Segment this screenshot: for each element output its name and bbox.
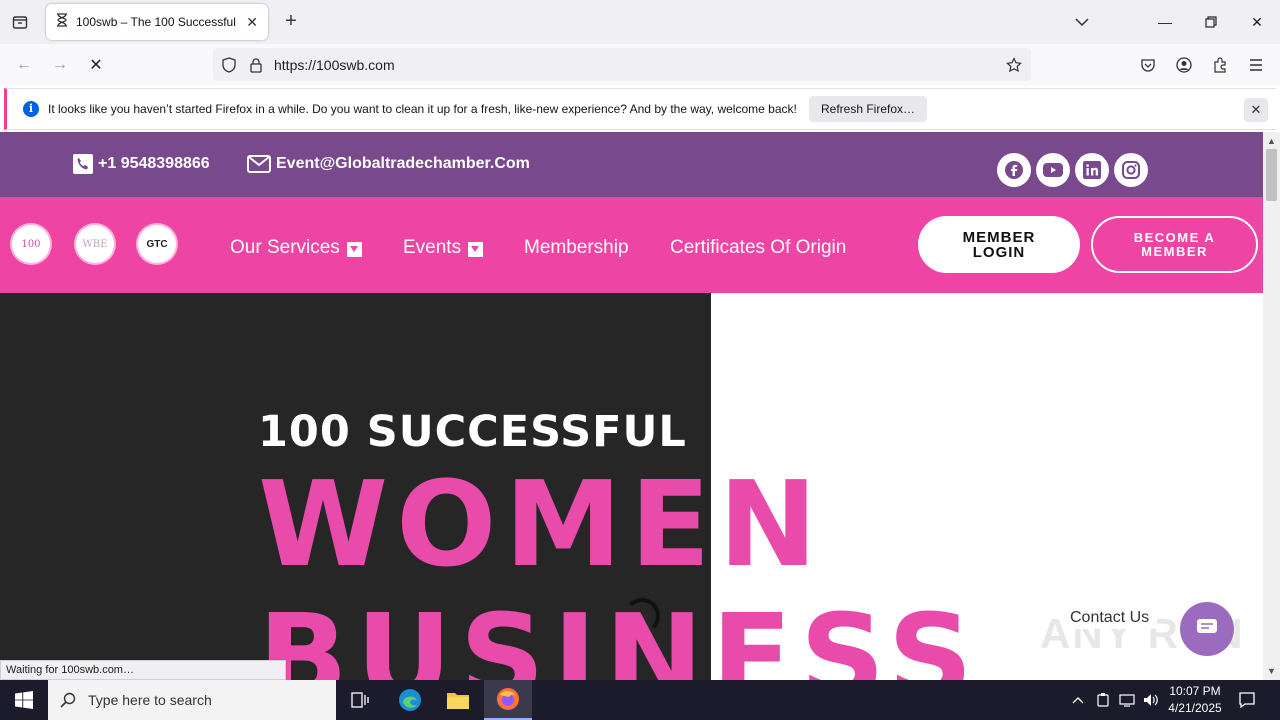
youtube-icon[interactable] bbox=[1036, 153, 1070, 187]
url-text: https://100swb.com bbox=[274, 57, 395, 73]
notification-bar: i It looks like you haven’t started Fire… bbox=[4, 88, 1276, 130]
tab-title: 100swb – The 100 Successful W bbox=[76, 15, 236, 29]
clock-time: 10:07 PM bbox=[1169, 684, 1221, 698]
system-clock[interactable]: 10:07 PM 4/21/2025 bbox=[1160, 683, 1230, 717]
contact-us-label[interactable]: Contact Us bbox=[1062, 607, 1158, 629]
windows-taskbar: Type here to search 10:07 PM 4/21/2025 bbox=[0, 680, 1280, 720]
account-icon[interactable] bbox=[1173, 54, 1195, 76]
browser-tab[interactable]: 100swb – The 100 Successful W ✕ bbox=[46, 4, 268, 40]
become-a-member-button[interactable]: BECOME A MEMBER bbox=[1091, 216, 1258, 273]
firefox-view-icon[interactable] bbox=[8, 11, 32, 33]
scroll-down-icon[interactable]: ▼ bbox=[1266, 665, 1277, 677]
shield-icon[interactable] bbox=[220, 56, 238, 74]
forward-icon[interactable]: → bbox=[48, 53, 72, 77]
show-hidden-icons-icon[interactable] bbox=[1068, 680, 1088, 720]
file-explorer-icon[interactable] bbox=[434, 680, 482, 720]
refresh-firefox-button[interactable]: Refresh Firefox… bbox=[809, 96, 928, 122]
scroll-up-icon[interactable]: ▲ bbox=[1266, 135, 1277, 147]
hero-heading-small: 100 SUCCESSFUL bbox=[258, 407, 687, 457]
hourglass-icon bbox=[56, 12, 68, 32]
menu-events-label: Events bbox=[403, 237, 462, 258]
bookmark-star-icon[interactable] bbox=[1005, 56, 1023, 74]
tab-close-icon[interactable]: ✕ bbox=[246, 14, 258, 31]
new-tab-button[interactable]: + bbox=[280, 10, 302, 32]
stop-loading-icon[interactable]: ✕ bbox=[84, 53, 108, 77]
phone-number: +1 9548398866 bbox=[98, 155, 210, 172]
menu-events[interactable]: Events bbox=[403, 237, 484, 259]
windows-start-icon[interactable] bbox=[0, 680, 48, 720]
notification-close-button[interactable]: ✕ bbox=[1244, 98, 1268, 122]
hero-heading-business: BUSINESS bbox=[258, 588, 981, 680]
member-login-label: MEMBER LOGIN bbox=[962, 228, 1036, 261]
logo-gtc[interactable]: GTC bbox=[138, 225, 176, 263]
network-icon[interactable] bbox=[1116, 680, 1138, 720]
minimize-icon[interactable]: — bbox=[1142, 0, 1188, 44]
become-a-member-label: BECOME A MEMBER bbox=[1133, 229, 1216, 259]
pocket-icon[interactable] bbox=[1137, 54, 1159, 76]
loading-spinner-icon bbox=[624, 598, 660, 634]
contact-strip: +1 9548398866 Event@Globaltradechamber.C… bbox=[0, 132, 1263, 197]
restore-icon[interactable] bbox=[1188, 0, 1234, 44]
linkedin-icon[interactable] bbox=[1075, 153, 1109, 187]
hero-heading-women: WOMEN bbox=[258, 455, 826, 593]
page-scrollbar[interactable]: ▲ ▼ bbox=[1263, 132, 1280, 680]
notification-message: It looks like you haven’t started Firefo… bbox=[48, 102, 797, 116]
chevron-down-icon bbox=[346, 241, 362, 257]
chat-icon bbox=[1196, 617, 1218, 642]
web-page: +1 9548398866 Event@Globaltradechamber.C… bbox=[0, 132, 1263, 680]
lock-icon[interactable] bbox=[247, 56, 265, 74]
menu-membership[interactable]: Membership bbox=[524, 237, 629, 259]
logo-100-successful-women[interactable]: 100 bbox=[12, 225, 50, 263]
volume-icon[interactable] bbox=[1140, 680, 1162, 720]
taskbar-search-placeholder: Type here to search bbox=[88, 692, 212, 708]
extensions-icon[interactable] bbox=[1209, 54, 1231, 76]
chevron-down-icon bbox=[468, 241, 484, 257]
facebook-icon[interactable] bbox=[997, 153, 1031, 187]
window-controls: — ✕ bbox=[1142, 0, 1280, 44]
list-all-tabs-icon[interactable] bbox=[1072, 12, 1092, 32]
status-text: Waiting for 100swb.com… bbox=[0, 660, 286, 680]
menu-our-services[interactable]: Our Services bbox=[230, 237, 362, 259]
taskbar-search-box[interactable]: Type here to search bbox=[48, 680, 336, 720]
envelope-icon bbox=[247, 154, 271, 174]
email-link[interactable]: Event@Globaltradechamber.Com bbox=[247, 154, 530, 174]
main-navigation: 100 WBE GTC Our Services Events Membersh… bbox=[0, 197, 1263, 293]
notifications-icon[interactable] bbox=[1232, 680, 1262, 720]
phone-icon bbox=[73, 154, 93, 174]
email-address: Event@Globaltradechamber.Com bbox=[276, 155, 530, 172]
info-icon: i bbox=[23, 101, 39, 117]
menu-our-services-label: Our Services bbox=[230, 237, 340, 258]
phone-link[interactable]: +1 9548398866 bbox=[73, 154, 210, 174]
scrollbar-thumb[interactable] bbox=[1266, 149, 1277, 201]
firefox-icon[interactable] bbox=[484, 680, 532, 720]
edge-icon[interactable] bbox=[386, 680, 434, 720]
search-icon bbox=[48, 692, 88, 708]
member-login-button[interactable]: MEMBER LOGIN bbox=[918, 216, 1080, 273]
chat-button[interactable] bbox=[1180, 602, 1234, 656]
close-window-icon[interactable]: ✕ bbox=[1234, 0, 1280, 44]
back-icon[interactable]: ← bbox=[12, 53, 36, 77]
logo-wbe[interactable]: WBE bbox=[76, 225, 114, 263]
tab-bar: 100swb – The 100 Successful W ✕ + — ✕ bbox=[0, 0, 1280, 44]
instagram-icon[interactable] bbox=[1114, 153, 1148, 187]
clock-date: 4/21/2025 bbox=[1168, 701, 1222, 715]
navigation-toolbar: ← → ✕ https://100swb.com bbox=[0, 44, 1280, 86]
menu-certificates-of-origin[interactable]: Certificates Of Origin bbox=[670, 237, 846, 259]
task-view-icon[interactable] bbox=[336, 680, 384, 720]
device-icon[interactable] bbox=[1093, 680, 1113, 720]
url-bar[interactable]: https://100swb.com bbox=[213, 48, 1031, 81]
menu-icon[interactable] bbox=[1245, 54, 1267, 76]
